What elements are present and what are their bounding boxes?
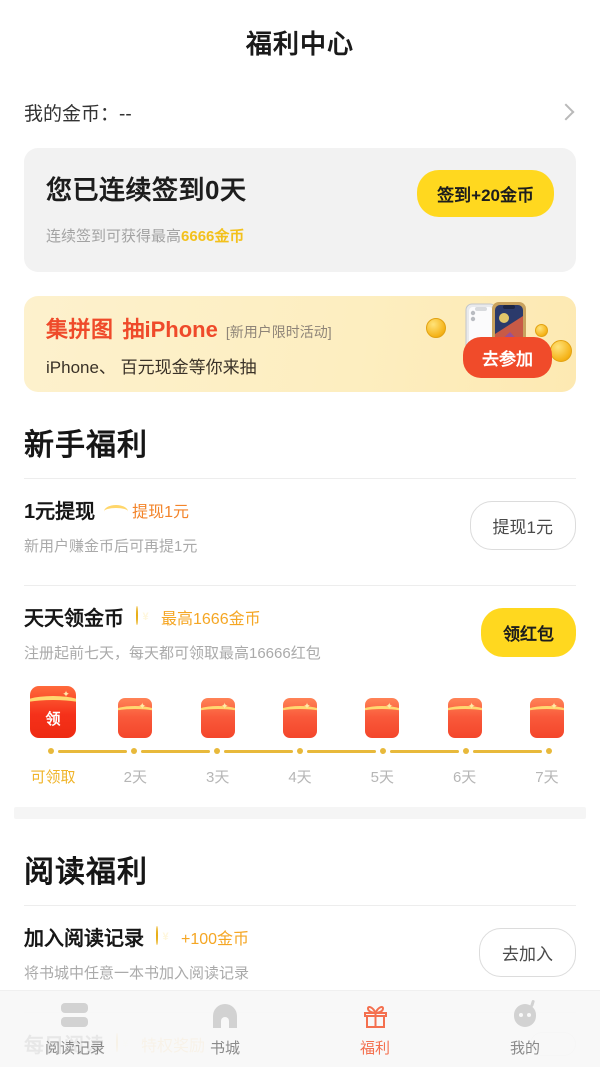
day-cell[interactable]: ✦ [271,698,329,738]
red-packet-icon[interactable]: ✦ [118,698,153,738]
day-label: 6天 [452,769,477,786]
progress-track [24,746,576,756]
red-packet-icon [107,500,126,519]
section-title-newbie: 新手福利 [24,429,148,462]
day-label: 5天 [370,769,394,786]
tab-label: 我的 [509,1040,540,1057]
store-icon [209,1000,241,1030]
tab-reading-record[interactable]: 阅读记录 [0,1000,150,1058]
gold-coin-icon [550,340,572,362]
red-packet-icon[interactable]: ✦ [200,698,235,738]
red-packet-icon[interactable]: ✦ [282,698,317,738]
books-icon [59,1000,91,1030]
benefit-row-daily-coins[interactable]: 天天领金币 最高1666金币 注册起前七天，每天都可领取最高16666红包 领红… [24,586,576,678]
my-coins-row[interactable]: 我的金币：-- [24,84,576,140]
row-title-line: 天天领金币 最高1666金币 [24,602,321,631]
row-content: 加入阅读记录 +100金币 将书城中任意一本书加入阅读记录 [24,922,249,983]
red-packet-icon[interactable]: ✦ [365,698,400,738]
tab-label: 书城 [209,1040,240,1057]
day-label: 7天 [535,769,559,786]
banner-title-a: 集拼图 [46,317,114,342]
packet-label: 领 [45,711,61,728]
signin-button[interactable]: 签到+20金币 [417,170,554,217]
day-label: 可领取 [30,769,76,786]
page-title: 福利中心 [245,28,354,59]
row-content: 天天领金币 最高1666金币 注册起前七天，每天都可领取最高16666红包 [24,602,321,663]
packet-row: ✦ 领 ✦ ✦ ✦ ✦ ✦ ✦ [24,686,576,738]
tab-profile[interactable]: 我的 [450,999,600,1058]
signin-card: 您已连续签到0天 连续签到可获得最高6666金币 签到+20金币 [24,148,576,272]
row-tag-text: 提现1元 [132,503,190,521]
tab-label: 阅读记录 [44,1040,105,1057]
section-title-reading: 阅读福利 [24,856,148,889]
tab-welfare[interactable]: 福利 [300,1000,450,1058]
day-label: 4天 [288,769,312,786]
row-subtitle: 将书城中任意一本书加入阅读记录 [24,965,250,982]
red-packet-icon[interactable]: ✦ 领 [30,686,76,738]
signin-subtitle-prefix: 连续签到可获得最高 [46,228,182,245]
claim-red-packet-button[interactable]: 领红包 [481,608,576,657]
row-title: 1元提现 [24,501,96,523]
section-spacer [14,807,586,819]
day-label: 2天 [123,769,147,786]
banner-title-b: 抽iPhone [122,317,218,342]
iphone-lottery-banner[interactable]: 集拼图 抽iPhone [新用户限时活动] iPhone、 百元现金等你来抽 去… [24,296,576,392]
welfare-center-screen: 福利中心 我的金币：-- 您已连续签到0天 连续签到可获得最高6666金币 签到… [0,0,600,1067]
benefit-row-add-reading-record[interactable]: 加入阅读记录 +100金币 将书城中任意一本书加入阅读记录 去加入 [24,906,576,998]
row-tag-text: +100金币 [181,930,250,948]
row-title-line: 加入阅读记录 +100金币 [24,922,249,951]
day-cell[interactable]: ✦ [106,698,164,738]
page-header: 福利中心 [0,0,600,84]
row-title: 加入阅读记录 [24,928,144,950]
withdraw-1-yuan-button[interactable]: 提现1元 [469,501,576,550]
profile-face-icon [509,999,541,1030]
bottom-tabbar: 阅读记录 书城 福利 我的 [0,990,600,1067]
signin-subtitle: 连续签到可获得最高6666金币 [46,225,554,246]
banner-tag: [新用户限时活动] [225,324,332,340]
day-cell[interactable]: ✦ [436,698,494,738]
day-cell[interactable]: ✦ [518,698,576,738]
join-activity-button[interactable]: 去参加 [463,337,552,378]
row-content: 1元提现 提现1元 新用户赚金币后可再提1元 [24,495,197,556]
tab-bookstore[interactable]: 书城 [150,1000,300,1058]
gold-coin-icon [136,606,155,626]
row-subtitle: 注册起前七天，每天都可领取最高16666红包 [24,645,321,662]
row-title-line: 1元提现 提现1元 [24,495,197,524]
go-join-button[interactable]: 去加入 [479,928,576,977]
tab-label: 福利 [359,1040,390,1057]
day-cell[interactable]: ✦ [353,698,411,738]
red-packet-icon[interactable]: ✦ [447,698,482,738]
red-packet-icon[interactable]: ✦ [529,698,564,738]
signin-subtitle-highlight: 6666金币 [181,228,245,245]
gold-coin-icon [426,318,446,338]
row-subtitle: 新用户赚金币后可再提1元 [24,538,198,555]
chevron-right-icon[interactable] [558,103,576,121]
gift-icon [359,1000,391,1030]
day-labels-row: 可领取 2天 3天 4天 5天 6天 7天 [24,766,576,787]
day-cell[interactable]: ✦ 领 [24,686,82,738]
gold-coin-icon [156,926,175,946]
day-label: 3天 [205,769,230,786]
row-tag-text: 最高1666金币 [161,610,261,628]
my-coins-label: 我的金币：-- [24,103,132,125]
benefit-row-withdraw-1-yuan[interactable]: 1元提现 提现1元 新用户赚金币后可再提1元 提现1元 [24,479,576,571]
seven-day-progress: ✦ 领 ✦ ✦ ✦ ✦ ✦ ✦ 可领取 2天 3天 4天 5天 6天 7天 [24,686,576,791]
day-cell[interactable]: ✦ [189,698,247,738]
row-title: 天天领金币 [24,608,124,630]
